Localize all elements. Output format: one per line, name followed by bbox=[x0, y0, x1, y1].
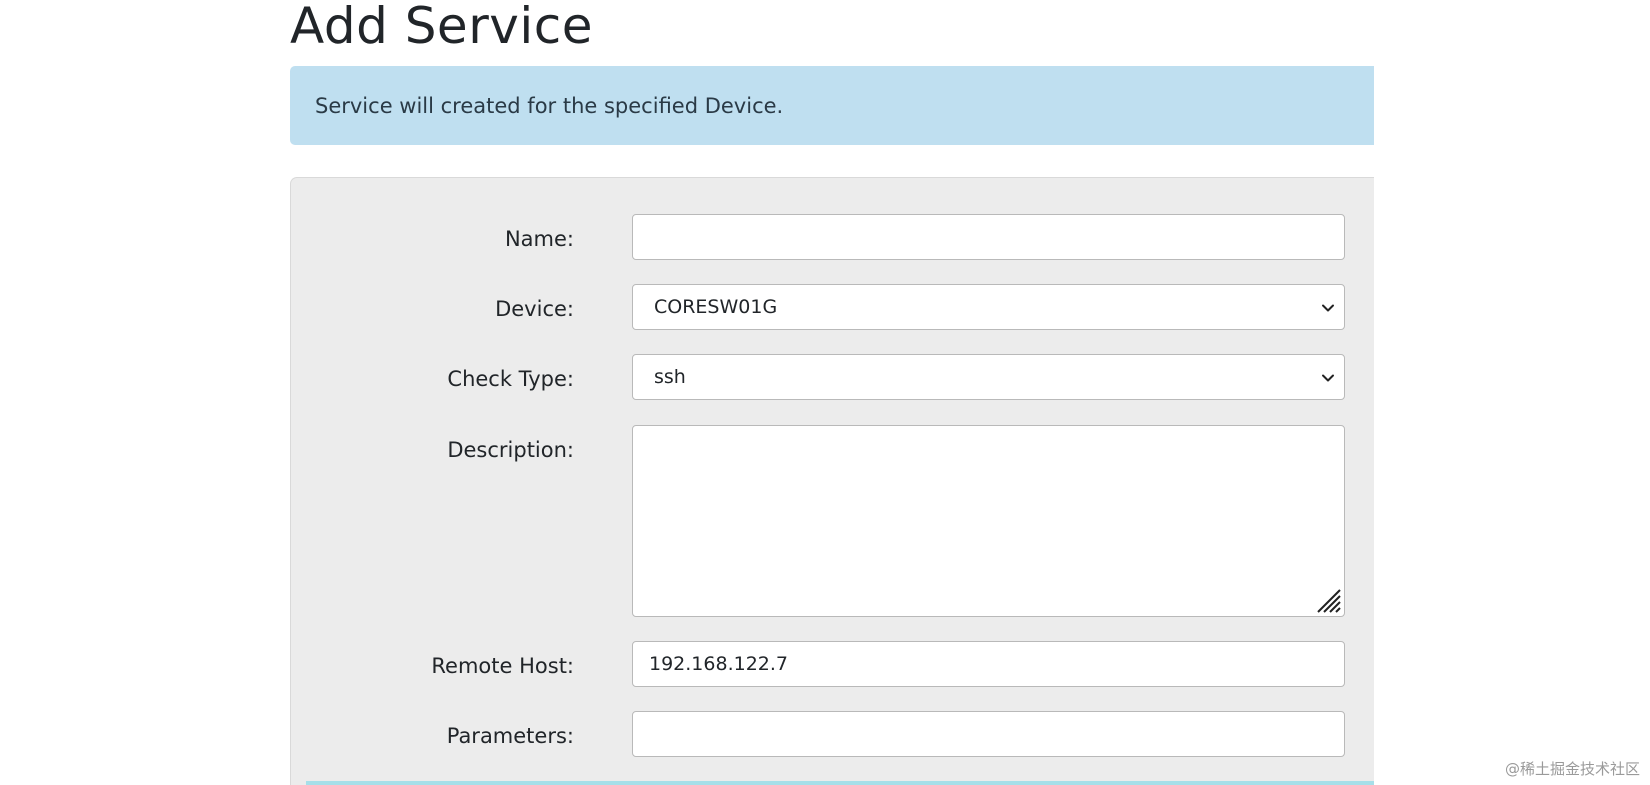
add-service-page: Add Service Service will created for the… bbox=[0, 0, 1650, 785]
description-textarea[interactable] bbox=[632, 425, 1345, 617]
name-input[interactable] bbox=[632, 214, 1345, 260]
check-type-row: Check Type: ssh bbox=[291, 354, 1375, 402]
check-type-label: Check Type: bbox=[447, 367, 574, 391]
name-row: Name: bbox=[291, 214, 1375, 262]
chevron-down-icon bbox=[1322, 304, 1334, 312]
info-alert-message: Service will created for the specified D… bbox=[315, 93, 784, 118]
check-type-select[interactable]: ssh bbox=[632, 354, 1345, 400]
description-label: Description: bbox=[447, 438, 574, 462]
bottom-alert-edge bbox=[306, 781, 1374, 785]
description-row: Description: bbox=[291, 425, 1375, 617]
device-select-value: CORESW01G bbox=[654, 296, 778, 318]
info-alert: Service will created for the specified D… bbox=[290, 66, 1374, 145]
device-label: Device: bbox=[495, 297, 574, 321]
service-form: Name: Device: CORESW01G Check Type: ssh bbox=[290, 177, 1374, 785]
watermark: @稀土掘金技术社区 bbox=[1504, 760, 1640, 778]
check-type-select-value: ssh bbox=[654, 366, 686, 388]
remote-host-row: Remote Host: 192.168.122.7 bbox=[291, 641, 1375, 689]
page-title: Add Service bbox=[290, 0, 593, 55]
device-row: Device: CORESW01G bbox=[291, 284, 1375, 332]
resize-grip-icon[interactable] bbox=[1314, 586, 1342, 614]
remote-host-input[interactable]: 192.168.122.7 bbox=[632, 641, 1345, 687]
device-select[interactable]: CORESW01G bbox=[632, 284, 1345, 330]
remote-host-input-value: 192.168.122.7 bbox=[649, 653, 789, 675]
name-label: Name: bbox=[504, 227, 574, 251]
parameters-row: Parameters: bbox=[291, 711, 1375, 759]
parameters-input[interactable] bbox=[632, 711, 1345, 757]
chevron-down-icon bbox=[1322, 374, 1334, 382]
parameters-label: Parameters: bbox=[446, 724, 574, 748]
remote-host-label: Remote Host: bbox=[431, 654, 574, 678]
